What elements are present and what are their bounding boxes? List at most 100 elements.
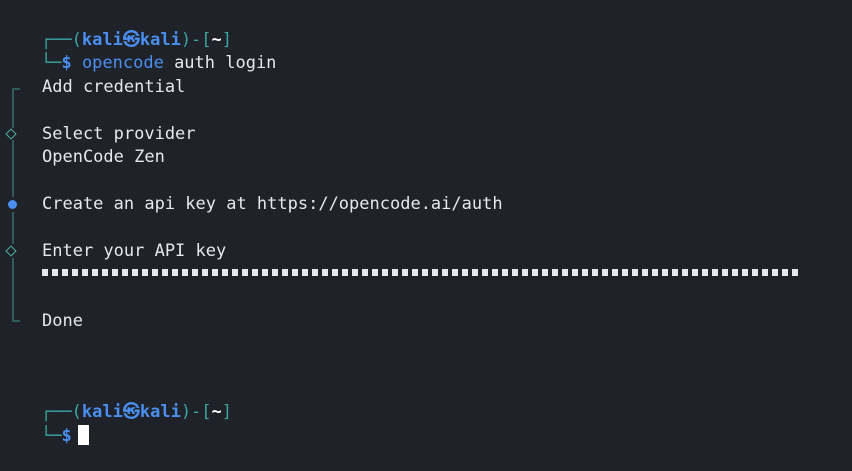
mask-char — [532, 269, 538, 276]
prompt-bracket: )-[ — [180, 402, 212, 422]
mask-char — [162, 269, 168, 276]
mask-char — [672, 269, 678, 276]
mask-char — [562, 269, 568, 276]
mask-char — [202, 269, 208, 276]
step-rail — [12, 258, 14, 320]
mask-char — [112, 269, 118, 276]
mask-char — [322, 269, 328, 276]
mask-char — [312, 269, 318, 276]
mask-char — [552, 269, 558, 276]
mask-char — [632, 269, 638, 276]
mask-char — [52, 269, 58, 276]
mask-char — [172, 269, 178, 276]
mask-char — [342, 269, 348, 276]
mask-char — [592, 269, 598, 276]
step-rail-cap-bottom — [12, 320, 20, 322]
prompt-dir: ~ — [211, 402, 222, 422]
mask-char — [142, 269, 148, 276]
mask-char — [662, 269, 668, 276]
mask-char — [102, 269, 108, 276]
mask-char — [432, 269, 438, 276]
mask-char — [642, 269, 648, 276]
active-step-dot-icon — [8, 200, 17, 209]
mask-char — [372, 269, 378, 276]
mask-char — [772, 269, 778, 276]
mask-char — [382, 269, 388, 276]
command-line: └─$ opencode auth login — [0, 29, 276, 73]
mask-char — [242, 269, 248, 276]
mask-char — [272, 269, 278, 276]
mask-char — [282, 269, 288, 276]
mask-char — [252, 269, 258, 276]
mask-char — [92, 269, 98, 276]
mask-char — [702, 269, 708, 276]
step-rail — [12, 212, 14, 244]
mask-char — [492, 269, 498, 276]
mask-char — [352, 269, 358, 276]
mask-char — [72, 269, 78, 276]
api-key-masked-input[interactable] — [42, 269, 806, 278]
kali-skull-icon: ㉿ — [122, 402, 140, 422]
mask-char — [762, 269, 768, 276]
prompt-header-line: ┌──(kali㉿kali)-[~] — [0, 6, 232, 50]
mask-char — [482, 269, 488, 276]
mask-char — [602, 269, 608, 276]
mask-char — [622, 269, 628, 276]
mask-char — [192, 269, 198, 276]
mask-char — [302, 269, 308, 276]
mask-char — [462, 269, 468, 276]
mask-char — [472, 269, 478, 276]
prompt-corner-bottom: └─ — [40, 53, 62, 73]
prompt-host: kali — [139, 402, 181, 422]
prompt-bracket-close: ] — [221, 402, 233, 422]
step-rail-cap-top — [12, 88, 20, 90]
mask-char — [222, 269, 228, 276]
diamond-step-icon — [5, 245, 17, 257]
mask-char — [392, 269, 398, 276]
mask-char — [412, 269, 418, 276]
step-title: Add credential — [42, 77, 186, 97]
mask-char — [652, 269, 658, 276]
prompt-corner-bottom: └─ — [40, 426, 62, 446]
select-provider-value: OpenCode Zen — [42, 147, 165, 167]
mask-char — [542, 269, 548, 276]
mask-char — [122, 269, 128, 276]
mask-char — [712, 269, 718, 276]
command-args: auth login — [163, 53, 277, 73]
mask-char — [82, 269, 88, 276]
step-rail — [12, 140, 14, 197]
terminal-window[interactable]: ┌──(kali㉿kali)-[~] └─$ opencode auth log… — [0, 0, 852, 446]
mask-char — [522, 269, 528, 276]
mask-char — [722, 269, 728, 276]
diamond-step-icon — [5, 128, 17, 140]
mask-char — [502, 269, 508, 276]
mask-char — [332, 269, 338, 276]
mask-char — [782, 269, 788, 276]
prompt-symbol: $ — [61, 53, 72, 73]
mask-char — [362, 269, 368, 276]
mask-char — [442, 269, 448, 276]
command-name: opencode — [81, 53, 164, 73]
mask-char — [182, 269, 188, 276]
prompt-symbol: $ — [61, 426, 72, 446]
input-line[interactable]: └─$ — [0, 402, 89, 446]
step-rail — [12, 88, 14, 128]
mask-char — [232, 269, 238, 276]
mask-char — [422, 269, 428, 276]
mask-char — [452, 269, 458, 276]
enter-key-label: Enter your API key — [42, 241, 227, 261]
text-cursor[interactable] — [77, 425, 89, 445]
create-key-text: Create an api key at https://opencode.ai… — [42, 194, 503, 214]
mask-char — [402, 269, 408, 276]
mask-char — [212, 269, 218, 276]
prompt-header-line: ┌──(kali㉿kali)-[~] — [0, 378, 232, 422]
mask-char — [62, 269, 68, 276]
mask-char — [792, 269, 798, 276]
mask-char — [692, 269, 698, 276]
mask-char — [572, 269, 578, 276]
mask-char — [42, 269, 48, 276]
mask-char — [582, 269, 588, 276]
done-label: Done — [42, 311, 83, 331]
mask-char — [682, 269, 688, 276]
mask-char — [132, 269, 138, 276]
